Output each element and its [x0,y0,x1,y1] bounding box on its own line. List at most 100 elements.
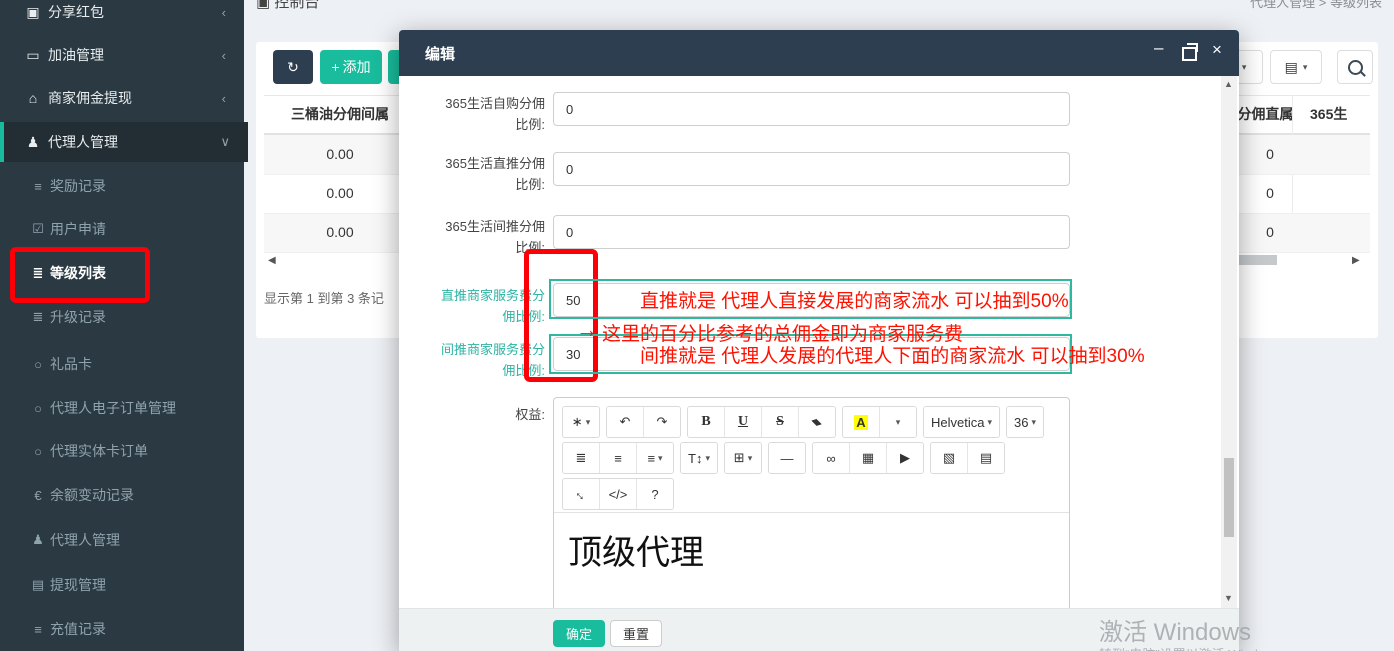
scrollbar-thumb[interactable] [1224,458,1234,537]
input-365-direct[interactable] [553,152,1070,186]
input-indirect-service-fee[interactable] [553,337,1070,371]
unordered-list-button[interactable]: ≣ [563,443,600,473]
insert-link-button[interactable]: ∞ [813,443,850,473]
magic-wand-icon: ∗ [571,414,583,429]
caret-down-icon: ▾ [987,416,992,427]
sidebar-item-upgrade-records[interactable]: ≣ 升级记录 [0,297,244,337]
circle-icon: ○ [34,400,42,416]
rich-text-editor: ∗ ▾ ↶ ↷ B U S ▰ A ▾ Helvetica ▾ 36 ▾ ≣ ≡… [553,397,1070,608]
sidebar-item-agent-management[interactable]: ♟ 代理人管理 ∨ [0,122,248,162]
hscroll-thumb[interactable] [1239,255,1277,265]
line-height-icon: T↕ [688,450,703,466]
sidebar-item-recharge-records[interactable]: ≡ 充值记录 [0,609,244,649]
caret-down-icon: ▾ [1302,61,1308,72]
font-color-dropdown[interactable]: ▾ [880,407,916,437]
field-label-365-indirect: 365生活间推分佣比例: [445,219,545,255]
modal-body: 365生活自购分佣比例: 365生活直推分佣比例: 365生活间推分佣比例: 直… [399,76,1239,608]
code-view-button[interactable]: </> [600,479,637,509]
field-label-benefits: 权益: [515,407,545,422]
chevron-left-icon: ‹ [221,90,226,106]
refresh-button[interactable]: ↻ [273,50,313,84]
modal-header[interactable]: 编辑 – × [399,30,1239,76]
image-icon: ▧ [942,450,956,465]
eraser-icon: ▰ [808,412,827,431]
cell-life-direct: 0 [1266,185,1274,201]
list-icon: ≣ [32,265,44,280]
file-icon: ▤ [979,450,993,465]
sidebar-item-reward-records[interactable]: ≡ 奖励记录 [0,166,244,206]
column-header-oil-indirect[interactable]: 三桶油分佣间属 [264,104,416,124]
help-icon: ? [651,486,659,502]
sidebar-item-gift-card[interactable]: ○ 礼品卡 [0,344,244,384]
reset-button[interactable]: 重置 [610,620,662,647]
insert-video-button[interactable]: ▶ [887,443,923,473]
caret-down-icon: ▾ [747,452,753,463]
sidebar-item-user-application[interactable]: ☑ 用户申请 [0,209,244,249]
font-family-dropdown[interactable]: Helvetica ▾ [924,407,999,437]
sidebar-item-level-list[interactable]: ≣ 等级列表 [0,253,244,293]
hscroll-right-arrow[interactable]: ▶ [1352,255,1360,266]
insert-file-button[interactable]: ▤ [968,443,1004,473]
caret-down-icon: ▾ [1241,61,1247,72]
search-button[interactable] [1337,50,1373,84]
sidebar-item-withdraw-management[interactable]: ▤ 提现管理 [0,565,244,605]
close-button[interactable]: × [1212,40,1222,60]
sidebar-item-agent-eorder-management[interactable]: ○ 代理人电子订单管理 [0,388,244,428]
bold-button[interactable]: B [688,407,725,437]
sidebar-item-refuel-management[interactable]: ▭ 加油管理 ‹ [0,35,244,75]
insert-picture-button[interactable]: ▦ [850,443,887,473]
sidebar-item-agent-management-sub[interactable]: ♟ 代理人管理 [0,520,244,560]
sidebar-item-agent-physical-card-orders[interactable]: ○ 代理实体卡订单 [0,431,244,471]
unordered-list-icon: ≣ [575,450,587,465]
sidebar-item-share-redpacket[interactable]: ▣ 分享红包 ‹ [0,0,244,32]
clear-format-button[interactable]: ▰ [799,407,835,437]
font-size-dropdown[interactable]: 36 ▾ [1007,407,1043,437]
redo-button[interactable]: ↷ [644,407,680,437]
maximize-button[interactable] [1182,43,1198,66]
horizontal-rule-button[interactable]: — [769,443,805,473]
style-button[interactable]: ∗ ▾ [563,407,599,437]
underline-button[interactable]: U [725,407,762,437]
ordered-list-button[interactable]: ≡ [600,443,637,473]
battery-icon: ▭ [26,46,40,63]
add-button[interactable]: + 添加 [320,50,382,84]
insert-image-button[interactable]: ▧ [931,443,968,473]
export-icon: ▤ [1284,58,1298,75]
export-button[interactable]: ▤ ▾ [1270,50,1322,84]
scroll-down-arrow[interactable]: ▼ [1224,593,1233,603]
caret-down-icon: ▾ [1031,416,1036,427]
page-title: 控制台 [274,0,320,11]
input-365-indirect[interactable] [553,215,1070,249]
credit-card-icon: ▤ [31,577,45,592]
editor-content[interactable]: 顶级代理 [554,512,1069,608]
input-direct-service-fee[interactable] [553,283,1070,317]
chevron-down-icon: ∨ [220,134,230,149]
confirm-button[interactable]: 确定 [553,620,605,647]
font-family-value: Helvetica [931,414,985,430]
maximize-icon [1182,43,1198,61]
strikethrough-button[interactable]: S [762,407,799,437]
font-color-button[interactable]: A [843,407,880,437]
strikethrough-icon: S [776,414,784,429]
breadcrumb-strip: 代理人管理 > 等级列表 [1100,0,1390,12]
users-icon: ♟ [26,133,40,150]
field-label-direct-service-fee: 直推商家服务费分佣比例: [440,288,545,324]
help-button[interactable]: ? [637,479,673,509]
cell-life-direct: 0 [1266,224,1274,240]
input-365-self[interactable] [553,92,1070,126]
column-header-life-2[interactable]: 365生 [1310,104,1347,124]
code-icon: </> [608,486,628,502]
minimize-button[interactable]: – [1154,38,1163,58]
fullscreen-button[interactable]: ↔ [563,479,600,509]
undo-button[interactable]: ↶ [607,407,644,437]
insert-table-button[interactable]: ⊞ ▾ [725,443,761,473]
list-icon: ≡ [34,621,42,637]
line-height-button[interactable]: T↕ ▾ [681,443,717,473]
hscroll-left-arrow[interactable]: ◀ [268,255,276,266]
modal-scrollbar[interactable]: ▲ ▼ [1221,76,1237,608]
sidebar-item-merchant-commission-withdraw[interactable]: ⌂ 商家佣金提现 ‹ [0,78,244,118]
scroll-up-arrow[interactable]: ▲ [1224,79,1233,89]
paragraph-align-button[interactable]: ≡ ▾ [637,443,673,473]
sidebar-item-balance-change-records[interactable]: € 余额变动记录 [0,475,244,515]
underline-icon: U [737,414,749,429]
